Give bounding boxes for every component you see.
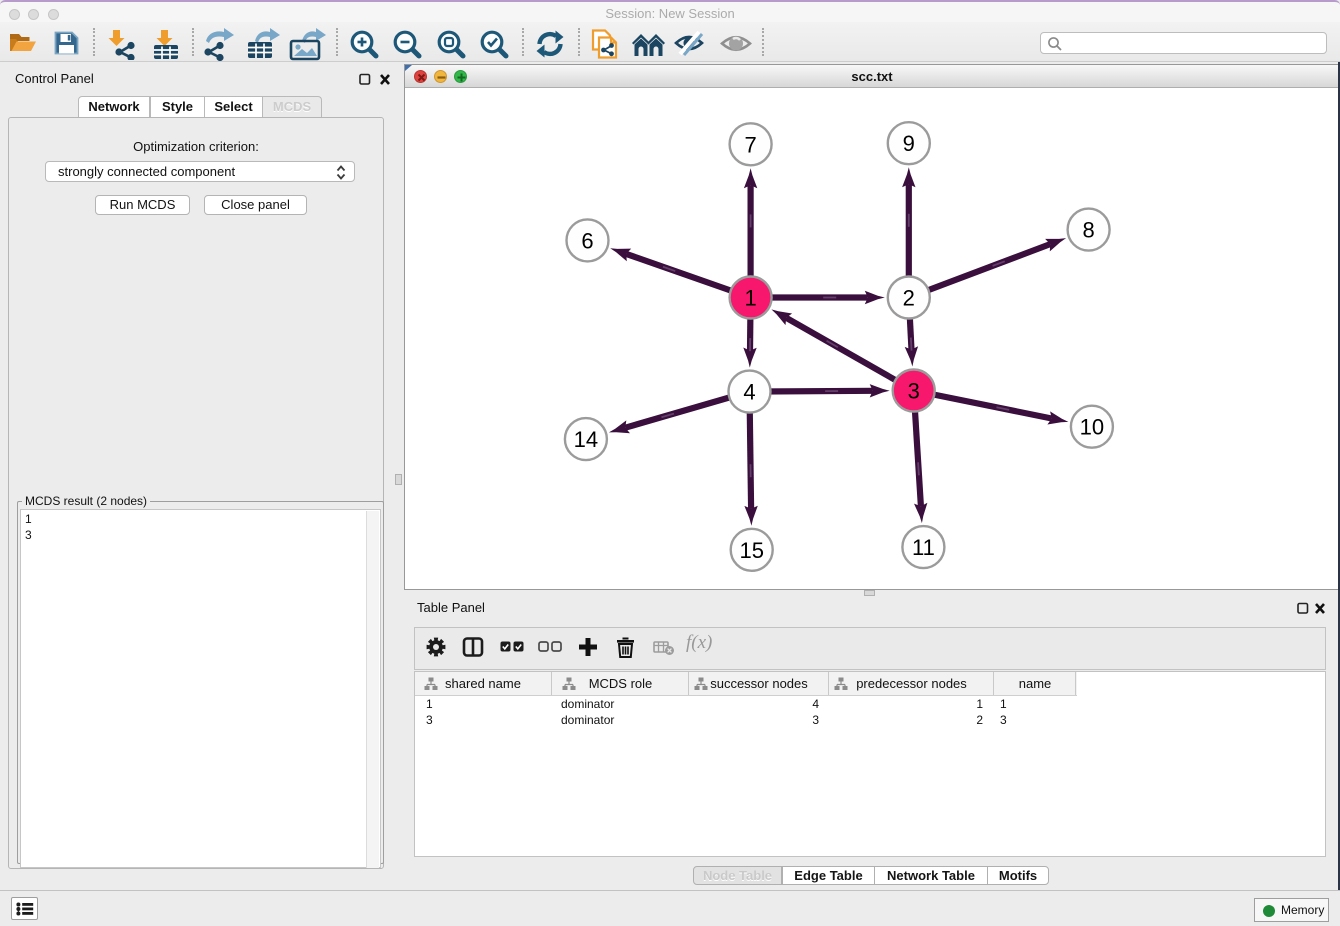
svg-text:10: 10 [1080,415,1104,440]
svg-text:15: 15 [739,538,763,563]
svg-text:4: 4 [743,380,755,405]
svg-text:14: 14 [574,427,598,452]
svg-text:3: 3 [908,379,920,404]
svg-text:2: 2 [903,286,915,311]
svg-text:8: 8 [1082,218,1094,243]
svg-text:11: 11 [912,535,935,560]
svg-text:9: 9 [903,131,915,156]
svg-text:1: 1 [744,286,756,311]
svg-text:6: 6 [581,228,593,253]
svg-text:7: 7 [744,132,756,157]
